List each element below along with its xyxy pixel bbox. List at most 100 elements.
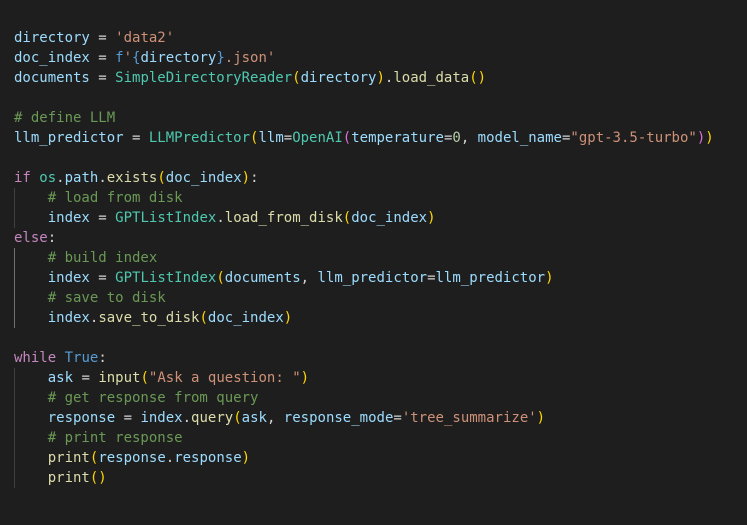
code-token: doc_index bbox=[165, 170, 242, 186]
code-token: ( bbox=[342, 210, 352, 226]
code-token: index bbox=[140, 410, 183, 426]
code-token: ( bbox=[342, 130, 352, 146]
code-token: = bbox=[123, 130, 149, 146]
code-line[interactable]: print() bbox=[0, 468, 747, 488]
code-token: # build index bbox=[47, 250, 158, 266]
code-token: print bbox=[47, 450, 90, 466]
code-token: else bbox=[14, 230, 48, 246]
code-token: # define LLM bbox=[14, 110, 116, 126]
code-token: OpenAI bbox=[292, 130, 343, 146]
code-token: response bbox=[174, 450, 242, 466]
code-line[interactable]: # define LLM bbox=[0, 108, 747, 128]
code-line[interactable]: ask = input("Ask a question: ") bbox=[0, 368, 747, 388]
code-token: ) bbox=[545, 270, 554, 286]
code-token: llm bbox=[258, 130, 284, 146]
code-token: , bbox=[460, 130, 478, 146]
indent-guide bbox=[14, 188, 15, 208]
code-token: if bbox=[14, 170, 31, 186]
code-token: query bbox=[191, 410, 234, 426]
indent-guide bbox=[14, 468, 15, 488]
code-token: # load from disk bbox=[47, 190, 183, 206]
code-token: temperature bbox=[351, 130, 444, 146]
code-line[interactable] bbox=[0, 148, 747, 168]
code-token: ( bbox=[140, 370, 149, 386]
code-line[interactable]: # save to disk bbox=[0, 288, 747, 308]
code-token: = bbox=[393, 410, 402, 426]
code-token: .json' bbox=[224, 50, 276, 66]
code-line[interactable] bbox=[0, 88, 747, 108]
code-token: index bbox=[47, 310, 90, 326]
code-token: # print response bbox=[47, 430, 183, 446]
indent-guide bbox=[14, 308, 15, 328]
code-token: ) bbox=[300, 370, 310, 386]
code-token: . bbox=[98, 170, 107, 186]
code-token: , bbox=[300, 270, 318, 286]
code-line[interactable]: # load from disk bbox=[0, 188, 747, 208]
code-line[interactable]: llm_predictor = LLMPredictor(llm=OpenAI(… bbox=[0, 128, 747, 148]
code-token: model_name bbox=[477, 130, 562, 146]
code-line[interactable]: index.save_to_disk(doc_index) bbox=[0, 308, 747, 328]
code-line[interactable]: documents = SimpleDirectoryReader(direct… bbox=[0, 68, 747, 88]
code-token: = bbox=[89, 50, 116, 66]
code-line[interactable]: index = GPTListIndex(documents, llm_pred… bbox=[0, 268, 747, 288]
code-token: ( bbox=[157, 170, 166, 186]
code-line[interactable]: else: bbox=[0, 228, 747, 248]
code-line[interactable] bbox=[0, 328, 747, 348]
code-editor[interactable]: directory = 'data2' doc_index = f'{direct… bbox=[0, 0, 747, 525]
code-token: llm_predictor bbox=[435, 270, 546, 286]
code-token: ) bbox=[427, 210, 436, 226]
code-token: : bbox=[98, 350, 107, 366]
code-token: ( bbox=[216, 270, 225, 286]
code-token: doc_index bbox=[207, 310, 284, 326]
indent-guide bbox=[14, 388, 15, 408]
code-token: print bbox=[47, 470, 90, 486]
code-line[interactable]: if os.path.exists(doc_index): bbox=[0, 168, 747, 188]
code-token: True bbox=[64, 350, 99, 366]
code-line[interactable]: while True: bbox=[0, 348, 747, 368]
code-token: os bbox=[39, 170, 57, 186]
code-token: response bbox=[47, 410, 116, 426]
code-token: directory bbox=[140, 50, 217, 66]
code-line[interactable]: print(response.response) bbox=[0, 448, 747, 468]
code-line[interactable]: # print response bbox=[0, 428, 747, 448]
code-token: input bbox=[98, 370, 141, 386]
code-line[interactable]: # build index bbox=[0, 248, 747, 268]
indent-guide bbox=[14, 448, 15, 468]
code-token: documents bbox=[224, 270, 301, 286]
code-token: ( bbox=[292, 70, 301, 86]
code-line[interactable]: directory = 'data2' bbox=[0, 28, 747, 48]
code-line[interactable]: index = GPTListIndex.load_from_disk(doc_… bbox=[0, 208, 747, 228]
code-token: 0 bbox=[452, 130, 461, 146]
code-token: = bbox=[283, 130, 293, 146]
code-token: ( bbox=[199, 310, 208, 326]
code-line[interactable]: # get response from query bbox=[0, 388, 747, 408]
code-line[interactable]: response = index.query(ask, response_mod… bbox=[0, 408, 747, 428]
indent-guide bbox=[14, 288, 15, 308]
code-token: load_data bbox=[393, 70, 470, 86]
code-token: while bbox=[14, 350, 57, 366]
code-token: . bbox=[182, 410, 192, 426]
code-token: ) bbox=[241, 170, 251, 186]
code-token: ' bbox=[123, 50, 133, 66]
indent-guide bbox=[14, 408, 15, 428]
code-token: = bbox=[115, 410, 141, 426]
code-token: path bbox=[64, 170, 99, 186]
code-token: llm_predictor bbox=[317, 270, 428, 286]
code-line[interactable]: doc_index = f'{directory}.json' bbox=[0, 48, 747, 68]
code-token: # save to disk bbox=[47, 290, 166, 306]
code-token: load_from_disk bbox=[224, 210, 343, 226]
code-token: = bbox=[427, 270, 436, 286]
code-token: "gpt-3.5-turbo" bbox=[570, 130, 697, 146]
code-token: exists bbox=[106, 170, 158, 186]
code-token: ask bbox=[241, 410, 267, 426]
code-token: doc_index bbox=[14, 50, 90, 66]
